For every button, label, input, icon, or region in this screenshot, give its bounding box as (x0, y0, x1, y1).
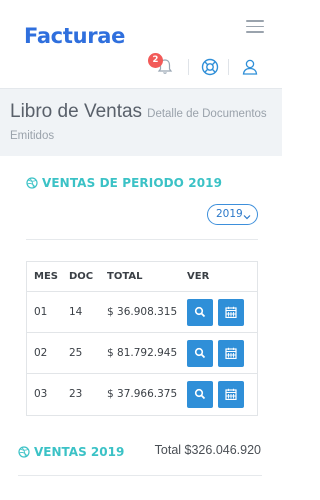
header-actions (0, 57, 282, 77)
column-header-doc: DOC (69, 271, 94, 282)
header-divider (228, 59, 229, 75)
view-calendar-button[interactable] (218, 340, 244, 367)
calendar-icon (225, 306, 237, 318)
year-total: Total $326.046.920 (154, 443, 261, 457)
cell-total: $ 36.908.315 (107, 306, 178, 318)
sales-table: MES DOC TOTAL VER 01 14 $ 36.908.315 02 … (26, 261, 258, 416)
cell-mes: 03 (34, 388, 48, 400)
column-header-mes: MES (34, 271, 58, 282)
year-summary-heading-text: VENTAS 2019 (34, 445, 125, 459)
cell-doc: 25 (69, 347, 83, 359)
dribbble-icon (18, 446, 30, 461)
cell-total: $ 37.966.375 (107, 388, 178, 400)
search-icon (194, 347, 206, 359)
year-select[interactable]: 2019 (207, 204, 258, 225)
header-divider (188, 59, 189, 75)
cell-doc: 14 (69, 306, 83, 318)
app-logo[interactable]: Facturae (24, 24, 125, 48)
cell-doc: 23 (69, 388, 83, 400)
page-title-block: Libro de Ventas Detalle de Documentos Em… (10, 102, 276, 146)
table-row: 01 14 $ 36.908.315 (27, 292, 257, 333)
table-header: MES DOC TOTAL VER (27, 262, 257, 292)
cell-total: $ 81.792.945 (107, 347, 178, 359)
column-header-total: TOTAL (107, 271, 143, 282)
year-select-value: 2019 (216, 208, 243, 220)
hamburger-menu-icon[interactable] (246, 20, 264, 33)
year-summary-heading: VENTAS 2019 (18, 445, 124, 461)
view-search-button[interactable] (187, 299, 213, 326)
divider (26, 239, 258, 240)
page-title: Libro de Ventas (10, 101, 143, 122)
user-icon[interactable] (240, 57, 260, 77)
cell-mes: 01 (34, 306, 48, 318)
table-row: 02 25 $ 81.792.945 (27, 333, 257, 374)
divider (18, 475, 262, 476)
period-heading-text: VENTAS DE PERIODO 2019 (42, 176, 223, 190)
page-header: Libro de Ventas Detalle de Documentos Em… (0, 88, 282, 156)
calendar-icon (225, 388, 237, 400)
view-calendar-button[interactable] (218, 381, 244, 408)
dribbble-icon (26, 177, 38, 192)
column-header-ver: VER (187, 271, 210, 282)
calendar-icon (225, 347, 237, 359)
search-icon (194, 306, 206, 318)
chevron-down-icon (243, 209, 251, 228)
top-navbar: Facturae 2 (0, 0, 282, 88)
search-icon (194, 388, 206, 400)
view-search-button[interactable] (187, 381, 213, 408)
notification-badge: 2 (148, 53, 163, 68)
lifebuoy-icon[interactable] (200, 57, 220, 77)
cell-mes: 02 (34, 347, 48, 359)
view-calendar-button[interactable] (218, 299, 244, 326)
period-heading: VENTAS DE PERIODO 2019 (26, 176, 222, 192)
table-row: 03 23 $ 37.966.375 (27, 374, 257, 415)
view-search-button[interactable] (187, 340, 213, 367)
